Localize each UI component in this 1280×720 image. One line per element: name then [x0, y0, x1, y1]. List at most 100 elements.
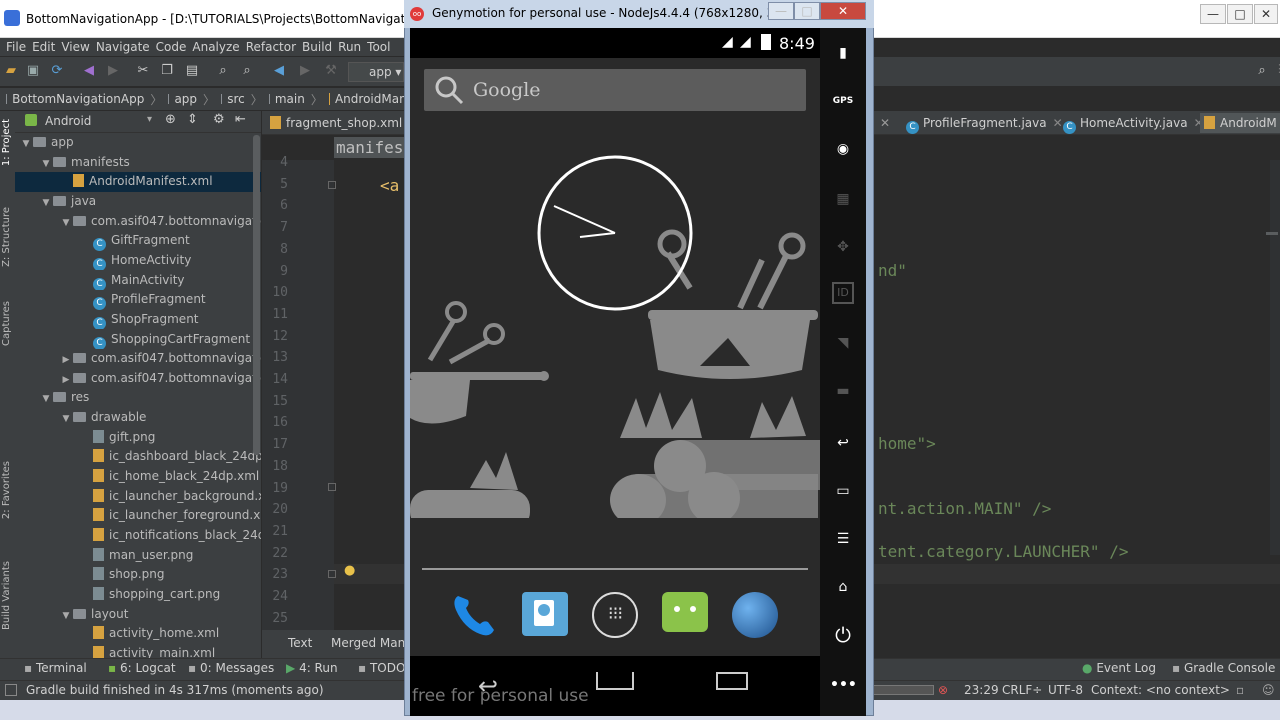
messaging-icon[interactable]: [662, 592, 708, 632]
redo-icon[interactable]: ▶: [104, 63, 122, 79]
menu-tools[interactable]: Tool: [367, 38, 390, 56]
forward-nav-icon[interactable]: ▶: [296, 63, 314, 79]
editor-scroll-marker[interactable]: [1266, 232, 1278, 235]
tree-item[interactable]: ▼ com.asif047.bottomnavigationa: [15, 212, 261, 232]
expand-arrow-down-icon[interactable]: ▼: [39, 155, 53, 173]
menu-file[interactable]: File: [6, 38, 26, 56]
tree-item[interactable]: ic_notifications_black_24dp.: [15, 526, 261, 546]
tree-item[interactable]: C MainActivity: [15, 271, 261, 291]
menu-view[interactable]: View: [61, 38, 89, 56]
power-icon[interactable]: ⏻: [830, 622, 856, 648]
logcat-tab[interactable]: ▪ 6: Logcat: [108, 661, 176, 675]
structure-tool-tab[interactable]: Z: Structure: [1, 207, 12, 267]
tree-item[interactable]: ic_launcher_background.xm: [15, 487, 261, 507]
tree-item[interactable]: C GiftFragment: [15, 231, 261, 251]
file-encoding[interactable]: UTF-8: [1048, 683, 1083, 697]
inspector-icon[interactable]: ☺: [1262, 683, 1275, 697]
favorites-tool-tab[interactable]: 2: Favorites: [1, 461, 12, 519]
tree-item[interactable]: ▼ app: [15, 133, 261, 153]
sync-icon[interactable]: ⟳: [48, 63, 66, 79]
apps-icon[interactable]: ⁝⁝⁝: [592, 592, 638, 638]
gps-widget[interactable]: GPS: [830, 88, 856, 114]
google-search-bar[interactable]: Google: [424, 69, 806, 111]
view-mode-dropdown-icon[interactable]: ▾: [147, 114, 152, 125]
close-window-button[interactable]: ✕: [1254, 4, 1278, 24]
project-scrollbar[interactable]: [253, 135, 260, 455]
lock-icon[interactable]: ▫: [1236, 683, 1244, 697]
back-icon[interactable]: ↩: [830, 430, 856, 456]
code-line-17[interactable]: home">: [878, 434, 936, 453]
more-icon[interactable]: •••: [830, 672, 857, 698]
editor-breadcrumb[interactable]: manifes: [334, 137, 406, 158]
tree-item[interactable]: shop.png: [15, 565, 261, 585]
device-id-widget[interactable]: ID: [832, 282, 854, 304]
tab-close-icon[interactable]: ✕: [880, 113, 890, 133]
menu-analyze[interactable]: Analyze: [192, 38, 239, 56]
camera-icon[interactable]: ◉: [830, 136, 856, 162]
close-icon[interactable]: ✕: [1053, 116, 1063, 130]
browser-icon[interactable]: [732, 592, 778, 638]
toolbar-overflow-icon[interactable]: ⋮: [1274, 62, 1280, 82]
lightbulb-icon[interactable]: ●: [344, 563, 355, 578]
tree-item[interactable]: ic_launcher_foreground.xml: [15, 506, 261, 526]
cancel-build-icon[interactable]: ⊗: [938, 683, 948, 697]
menu-edit[interactable]: Edit: [32, 38, 55, 56]
build-variants-tool-tab[interactable]: Build Variants: [1, 561, 12, 630]
gradle-console-tab[interactable]: ▪ Gradle Console: [1172, 661, 1275, 675]
expand-arrow-down-icon[interactable]: ▼: [59, 214, 73, 232]
collapse-all-icon[interactable]: ⇕: [187, 112, 198, 127]
replace-icon[interactable]: ⌕: [238, 63, 256, 79]
analog-clock-widget[interactable]: [536, 154, 694, 312]
expand-arrow-right-icon[interactable]: ▶: [59, 371, 73, 389]
back-nav-icon[interactable]: ◀: [270, 63, 288, 79]
tree-item[interactable]: man_user.png: [15, 546, 261, 566]
dpad-icon[interactable]: ✥: [830, 234, 856, 260]
breadcrumb-src[interactable]: src: [227, 92, 245, 106]
fold-marker[interactable]: [328, 181, 336, 189]
tree-item[interactable]: ▶ com.asif047.bottomnavigationa: [15, 349, 261, 369]
code-line-22[interactable]: tent.category.LAUNCHER" />: [878, 542, 1128, 561]
line-separator[interactable]: CRLF÷: [1002, 683, 1042, 697]
tree-item[interactable]: ▼ java: [15, 192, 261, 212]
menu-refactor[interactable]: Refactor: [246, 38, 296, 56]
code-line-5[interactable]: <a: [380, 176, 399, 195]
tree-item[interactable]: ▼ manifests: [15, 153, 261, 173]
project-view-mode[interactable]: Android: [45, 114, 91, 128]
todo-tab[interactable]: ▪ TODO: [358, 661, 405, 675]
project-tool-tab[interactable]: 1: Project: [1, 119, 12, 166]
tree-item[interactable]: ic_dashboard_black_24dp.xn: [15, 447, 261, 467]
wifi-icon[interactable]: ◥: [830, 330, 856, 356]
tree-item[interactable]: ▼ drawable: [15, 408, 261, 428]
tab-home-activity[interactable]: C HomeActivity.java ✕: [1063, 113, 1204, 134]
menu-run[interactable]: Run: [338, 38, 361, 56]
tree-item[interactable]: ▼ layout: [15, 605, 261, 625]
expand-arrow-down-icon[interactable]: ▼: [39, 390, 53, 408]
breadcrumb-app[interactable]: app: [174, 92, 197, 106]
fold-marker[interactable]: [328, 570, 336, 578]
tab-fragment-shop[interactable]: fragment_shop.xml: [270, 113, 402, 133]
undo-icon[interactable]: ◀: [80, 63, 98, 79]
android-home-screen[interactable]: [410, 28, 820, 656]
phone-icon[interactable]: [450, 590, 498, 638]
expand-arrow-down-icon[interactable]: ▼: [39, 194, 53, 212]
gear-icon[interactable]: ⚙: [213, 112, 225, 127]
emu-close-button[interactable]: ✕: [820, 2, 866, 20]
status-toggle-icon[interactable]: [5, 684, 17, 696]
maximize-button[interactable]: □: [1227, 4, 1253, 24]
caret-position[interactable]: 23:29: [964, 683, 999, 697]
breadcrumb-project[interactable]: BottomNavigationApp: [12, 92, 144, 106]
code-line-20[interactable]: nt.action.MAIN" />: [878, 499, 1051, 518]
terminal-tab[interactable]: ▪ Terminal: [24, 661, 87, 675]
messages-tab[interactable]: ▪ 0: Messages: [188, 661, 274, 675]
fold-marker[interactable]: [328, 483, 336, 491]
tree-item[interactable]: ic_home_black_24dp.xml: [15, 467, 261, 487]
menu-icon[interactable]: ☰: [830, 526, 856, 552]
event-log-tab[interactable]: ● Event Log: [1082, 661, 1156, 675]
home-icon[interactable]: ⌂: [830, 574, 856, 600]
make-project-icon[interactable]: ⚒: [322, 63, 340, 79]
paste-icon[interactable]: ▤: [183, 63, 201, 79]
emu-maximize-button[interactable]: □: [794, 2, 820, 20]
breadcrumb-main[interactable]: main: [275, 92, 305, 106]
recent-icon[interactable]: ▭: [830, 478, 856, 504]
tree-item[interactable]: gift.png: [15, 428, 261, 448]
